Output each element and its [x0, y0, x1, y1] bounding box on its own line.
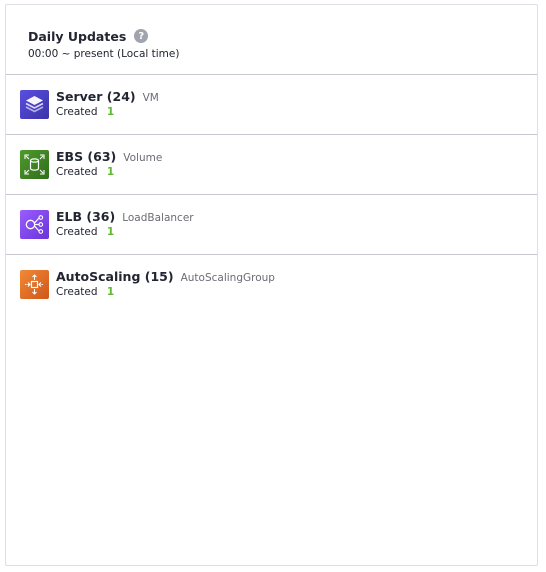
- resource-row-autoscaling[interactable]: AutoScaling (15) AutoScalingGroup Create…: [6, 255, 537, 315]
- help-icon[interactable]: ?: [134, 29, 149, 43]
- status-label: Created: [56, 106, 98, 118]
- card-header: Daily Updates ? 00:00 ~ present (Local t…: [6, 5, 537, 75]
- resource-name[interactable]: AutoScaling (15): [56, 269, 174, 284]
- created-count[interactable]: 1: [107, 106, 114, 118]
- server-stack-icon: [20, 90, 49, 119]
- resource-name[interactable]: ELB (36): [56, 209, 115, 224]
- resource-row-ebs[interactable]: EBS (63) Volume Created 1: [6, 135, 537, 195]
- status-label: Created: [56, 226, 98, 238]
- resource-info: AutoScaling (15) AutoScalingGroup Create…: [56, 269, 275, 298]
- resource-info: ELB (36) LoadBalancer Created 1: [56, 209, 194, 238]
- created-count[interactable]: 1: [107, 226, 114, 238]
- resource-name[interactable]: Server (24): [56, 89, 136, 104]
- resource-type: VM: [142, 92, 159, 104]
- resource-type: Volume: [123, 152, 163, 164]
- autoscaling-icon: [20, 270, 49, 299]
- created-count[interactable]: 1: [107, 286, 114, 298]
- time-range-subtitle: 00:00 ~ present (Local time): [28, 48, 180, 60]
- resource-type: AutoScalingGroup: [180, 272, 275, 284]
- resource-row-server[interactable]: Server (24) VM Created 1: [6, 75, 537, 135]
- resource-name[interactable]: EBS (63): [56, 149, 116, 164]
- resource-type: LoadBalancer: [122, 212, 194, 224]
- title-row: Daily Updates ?: [28, 27, 537, 45]
- resource-info: EBS (63) Volume Created 1: [56, 149, 162, 178]
- created-count[interactable]: 1: [107, 166, 114, 178]
- load-balancer-icon: [20, 210, 49, 239]
- resource-info: Server (24) VM Created 1: [56, 89, 159, 118]
- card-title: Daily Updates: [28, 28, 127, 44]
- volume-cylinder-icon: [20, 150, 49, 179]
- status-label: Created: [56, 286, 98, 298]
- daily-updates-card: Daily Updates ? 00:00 ~ present (Local t…: [5, 4, 538, 566]
- status-label: Created: [56, 166, 98, 178]
- resource-row-elb[interactable]: ELB (36) LoadBalancer Created 1: [6, 195, 537, 255]
